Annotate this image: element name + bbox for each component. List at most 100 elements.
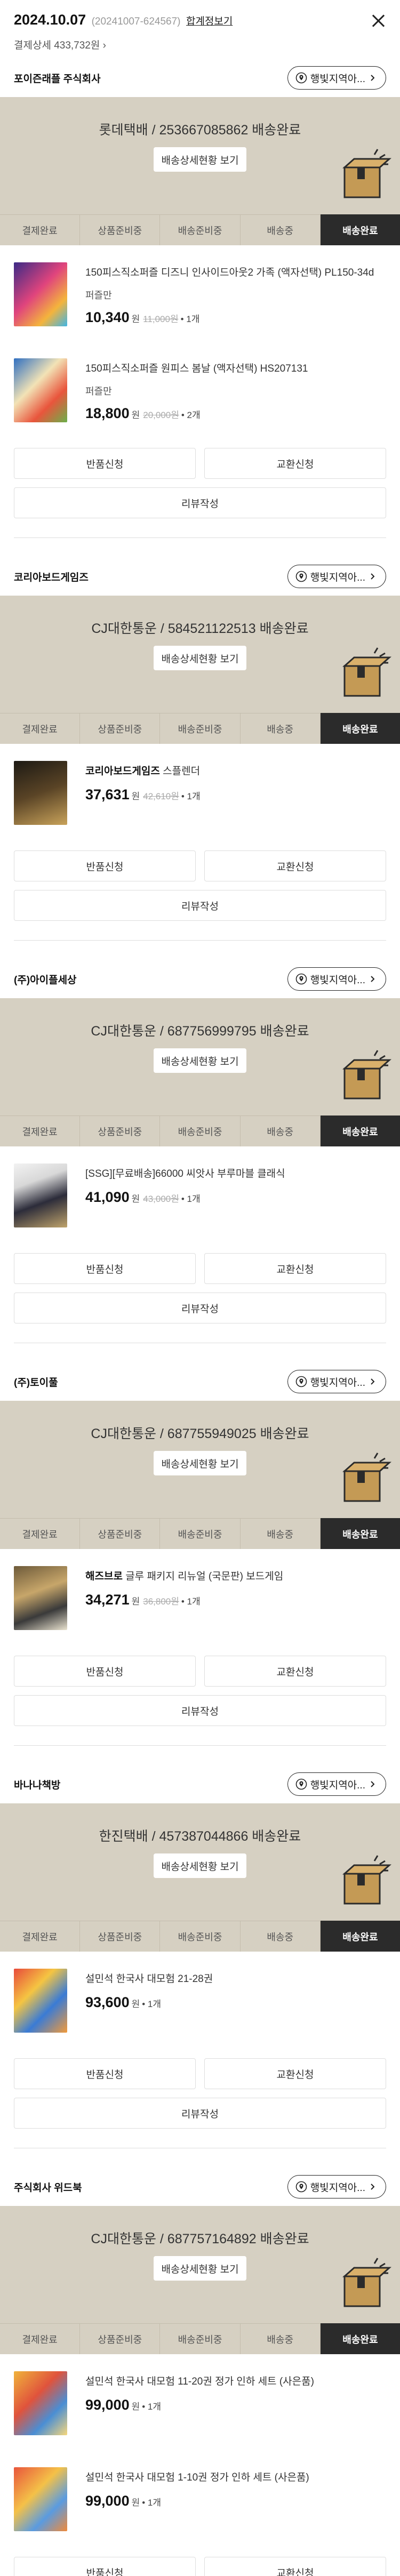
- exchange-request-button[interactable]: 교환신청: [204, 2557, 386, 2576]
- shipment-detail-button[interactable]: 배송상세현황 보기: [154, 1451, 246, 1475]
- seller-name: 코리아보드게임즈: [14, 572, 89, 583]
- seller-section: 주식회사 위드북 행빛지역아... CJ대한통운 / 687757164892 배송…: [0, 2148, 400, 2576]
- delivery-step: 배송완료: [320, 1116, 400, 1146]
- exchange-request-button[interactable]: 교환신청: [204, 2058, 386, 2089]
- order-product[interactable]: 150피스직소퍼즐 디즈니 인사이드아웃2 가족 (액자선택) PL150-34…: [0, 245, 400, 341]
- contact-seller-button[interactable]: 행빛지역아...: [287, 565, 386, 588]
- product-price: 18,800: [85, 405, 130, 421]
- order-actions: 반품신청 교환신청리뷰작성: [0, 1253, 400, 1323]
- delivery-step: 결제완료: [0, 1116, 81, 1146]
- delivery-steps: 결제완료 상품준비중 배송준비중 배송중 배송완료: [0, 1116, 400, 1146]
- seller-header: 포이즌래플 주식회사 행빛지역아...: [0, 59, 400, 97]
- product-thumbnail[interactable]: [14, 2467, 67, 2531]
- price-unit: 원: [131, 410, 140, 420]
- return-request-button[interactable]: 반품신청: [14, 1656, 196, 1687]
- shipment-tracking-text: CJ대한통운 / 687756999795 배송완료: [91, 1024, 309, 1039]
- seller-name: 바나나책방: [14, 1779, 61, 1791]
- product-quantity: • 1개: [142, 2498, 162, 2508]
- price-line: 18,800 원 20,000원 • 2개: [85, 405, 386, 422]
- return-request-button[interactable]: 반품신청: [14, 850, 196, 881]
- write-review-button[interactable]: 리뷰작성: [14, 1695, 386, 1726]
- product-thumbnail[interactable]: [14, 761, 67, 825]
- product-name[interactable]: 설민석 한국사 대모험 1-10권 정가 인하 세트 (사은품): [85, 2470, 386, 2485]
- contact-seller-button[interactable]: 행빛지역아...: [287, 1370, 386, 1393]
- exchange-request-button[interactable]: 교환신청: [204, 1253, 386, 1284]
- product-quantity: • 1개: [181, 791, 201, 801]
- order-product[interactable]: 설민석 한국사 대모험 1-10권 정가 인하 세트 (사은품) 99,000 원 •…: [0, 2450, 400, 2546]
- price-line: 10,340 원 11,000원 • 1개: [85, 309, 386, 326]
- contact-seller-button[interactable]: 행빛지역아...: [287, 2175, 386, 2198]
- order-product[interactable]: 설민석 한국사 대모험 21-28권 93,600 원 • 1개: [0, 1952, 400, 2048]
- shipment-detail-button[interactable]: 배송상세현황 보기: [154, 147, 246, 172]
- merge-view-link[interactable]: 합계정보기: [186, 13, 233, 28]
- shipment-status-banner: 롯데택배 / 253667085862 배송완료 배송상세현황 보기 결제완료 상품준…: [0, 97, 400, 245]
- shipment-status-banner: CJ대한통운 / 584521122513 배송완료 배송상세현황 보기 결제완료 상…: [0, 596, 400, 744]
- product-thumbnail[interactable]: [14, 1566, 67, 1630]
- return-request-button[interactable]: 반품신청: [14, 1253, 196, 1284]
- shipment-detail-button[interactable]: 배송상세현황 보기: [154, 2256, 246, 2281]
- write-review-button[interactable]: 리뷰작성: [14, 890, 386, 921]
- shipment-detail-button[interactable]: 배송상세현황 보기: [154, 1048, 246, 1073]
- contact-seller-button[interactable]: 행빛지역아...: [287, 1772, 386, 1796]
- shipment-detail-button[interactable]: 배송상세현황 보기: [154, 646, 246, 670]
- product-name[interactable]: [SSG][무료배송]66000 씨앗사 부루마블 클래식: [85, 1167, 386, 1182]
- product-name[interactable]: 150피스직소퍼즐 원피스 봄날 (액자선택) HS207131: [85, 362, 386, 376]
- shipment-detail-button[interactable]: 배송상세현황 보기: [154, 1853, 246, 1878]
- write-review-button[interactable]: 리뷰작성: [14, 487, 386, 518]
- shipment-status-banner: 한진택배 / 457387044866 배송완료 배송상세현황 보기 결제완료 상품준…: [0, 1803, 400, 1952]
- product-thumbnail[interactable]: [14, 358, 67, 422]
- location-pin-icon: [295, 2181, 307, 2193]
- seller-header: (주)아이플세상 행빛지역아...: [0, 960, 400, 998]
- exchange-request-button[interactable]: 교환신청: [204, 1656, 386, 1687]
- product-thumbnail[interactable]: [14, 1969, 67, 2033]
- order-actions: 반품신청 교환신청리뷰작성: [0, 2058, 400, 2129]
- product-name[interactable]: 150피스직소퍼즐 디즈니 인사이드아웃2 가족 (액자선택) PL150-34…: [85, 266, 386, 280]
- delivery-step: 상품준비중: [80, 1518, 161, 1549]
- delivery-step: 상품준비중: [80, 214, 161, 245]
- delivery-step: 배송중: [240, 214, 321, 245]
- order-product[interactable]: 해즈브로 글루 패키지 리뉴얼 (국문판) 보드게임 34,271 원 36,800원…: [0, 1549, 400, 1645]
- contact-label: 행빛지역아...: [310, 1779, 365, 1791]
- product-title: 150피스직소퍼즐 원피스 봄날 (액자선택) HS207131: [85, 363, 308, 374]
- contact-seller-button[interactable]: 행빛지역아...: [287, 967, 386, 991]
- price-line: 41,090 원 43,000원 • 1개: [85, 1189, 386, 1206]
- delivery-step: 배송준비중: [160, 2323, 241, 2354]
- write-review-button[interactable]: 리뷰작성: [14, 2098, 386, 2129]
- exchange-request-button[interactable]: 교환신청: [204, 850, 386, 881]
- order-product[interactable]: 코리아보드게임즈 스플렌더 37,631 원 42,610원 • 1개: [0, 744, 400, 840]
- seller-list: 포이즌래플 주식회사 행빛지역아... 롯데택배 / 253667085862 배송…: [0, 48, 400, 2576]
- order-product[interactable]: 설민석 한국사 대모험 11-20권 정가 인하 세트 (사은품) 99,000 원…: [0, 2354, 400, 2450]
- delivery-box-icon: [333, 645, 391, 703]
- original-price: 42,610원: [143, 791, 179, 801]
- delivery-box-icon: [333, 1852, 391, 1911]
- order-product[interactable]: 150피스직소퍼즐 원피스 봄날 (액자선택) HS207131 퍼즐만 18,80…: [0, 341, 400, 437]
- delivery-step: 배송완료: [320, 1518, 400, 1549]
- product-name[interactable]: 해즈브로 글루 패키지 리뉴얼 (국문판) 보드게임: [85, 1569, 386, 1584]
- product-name[interactable]: 설민석 한국사 대모험 11-20권 정가 인하 세트 (사은품): [85, 2374, 386, 2389]
- contact-seller-button[interactable]: 행빛지역아...: [287, 66, 386, 90]
- price-line: 93,600 원 • 1개: [85, 1994, 386, 2011]
- product-thumbnail[interactable]: [14, 1163, 67, 1227]
- chevron-right-icon: [371, 573, 375, 580]
- seller-header: 주식회사 위드북 행빛지역아...: [0, 2168, 400, 2206]
- delivery-step: 배송완료: [320, 214, 400, 245]
- contact-label: 행빛지역아...: [310, 2182, 365, 2194]
- payment-summary[interactable]: 결제상세 433,732원 ›: [14, 37, 106, 52]
- product-thumbnail[interactable]: [14, 262, 67, 326]
- exchange-request-button[interactable]: 교환신청: [204, 448, 386, 479]
- product-name[interactable]: 설민석 한국사 대모험 21-28권: [85, 1972, 386, 1987]
- delivery-step: 배송완료: [320, 713, 400, 744]
- delivery-step: 배송완료: [320, 2323, 400, 2354]
- product-title: 설민석 한국사 대모험 21-28권: [85, 1973, 213, 1985]
- return-request-button[interactable]: 반품신청: [14, 2058, 196, 2089]
- delivery-box-icon: [333, 1450, 391, 1508]
- product-name[interactable]: 코리아보드게임즈 스플렌더: [85, 764, 386, 779]
- order-product[interactable]: [SSG][무료배송]66000 씨앗사 부루마블 클래식 41,090 원 43,0…: [0, 1146, 400, 1242]
- product-title: 설민석 한국사 대모험 1-10권 정가 인하 세트 (사은품): [85, 2472, 309, 2483]
- close-icon[interactable]: [370, 13, 386, 29]
- return-request-button[interactable]: 반품신청: [14, 448, 196, 479]
- return-request-button[interactable]: 반품신청: [14, 2557, 196, 2576]
- write-review-button[interactable]: 리뷰작성: [14, 1293, 386, 1323]
- contact-label: 행빛지역아...: [310, 1377, 365, 1389]
- product-thumbnail[interactable]: [14, 2371, 67, 2435]
